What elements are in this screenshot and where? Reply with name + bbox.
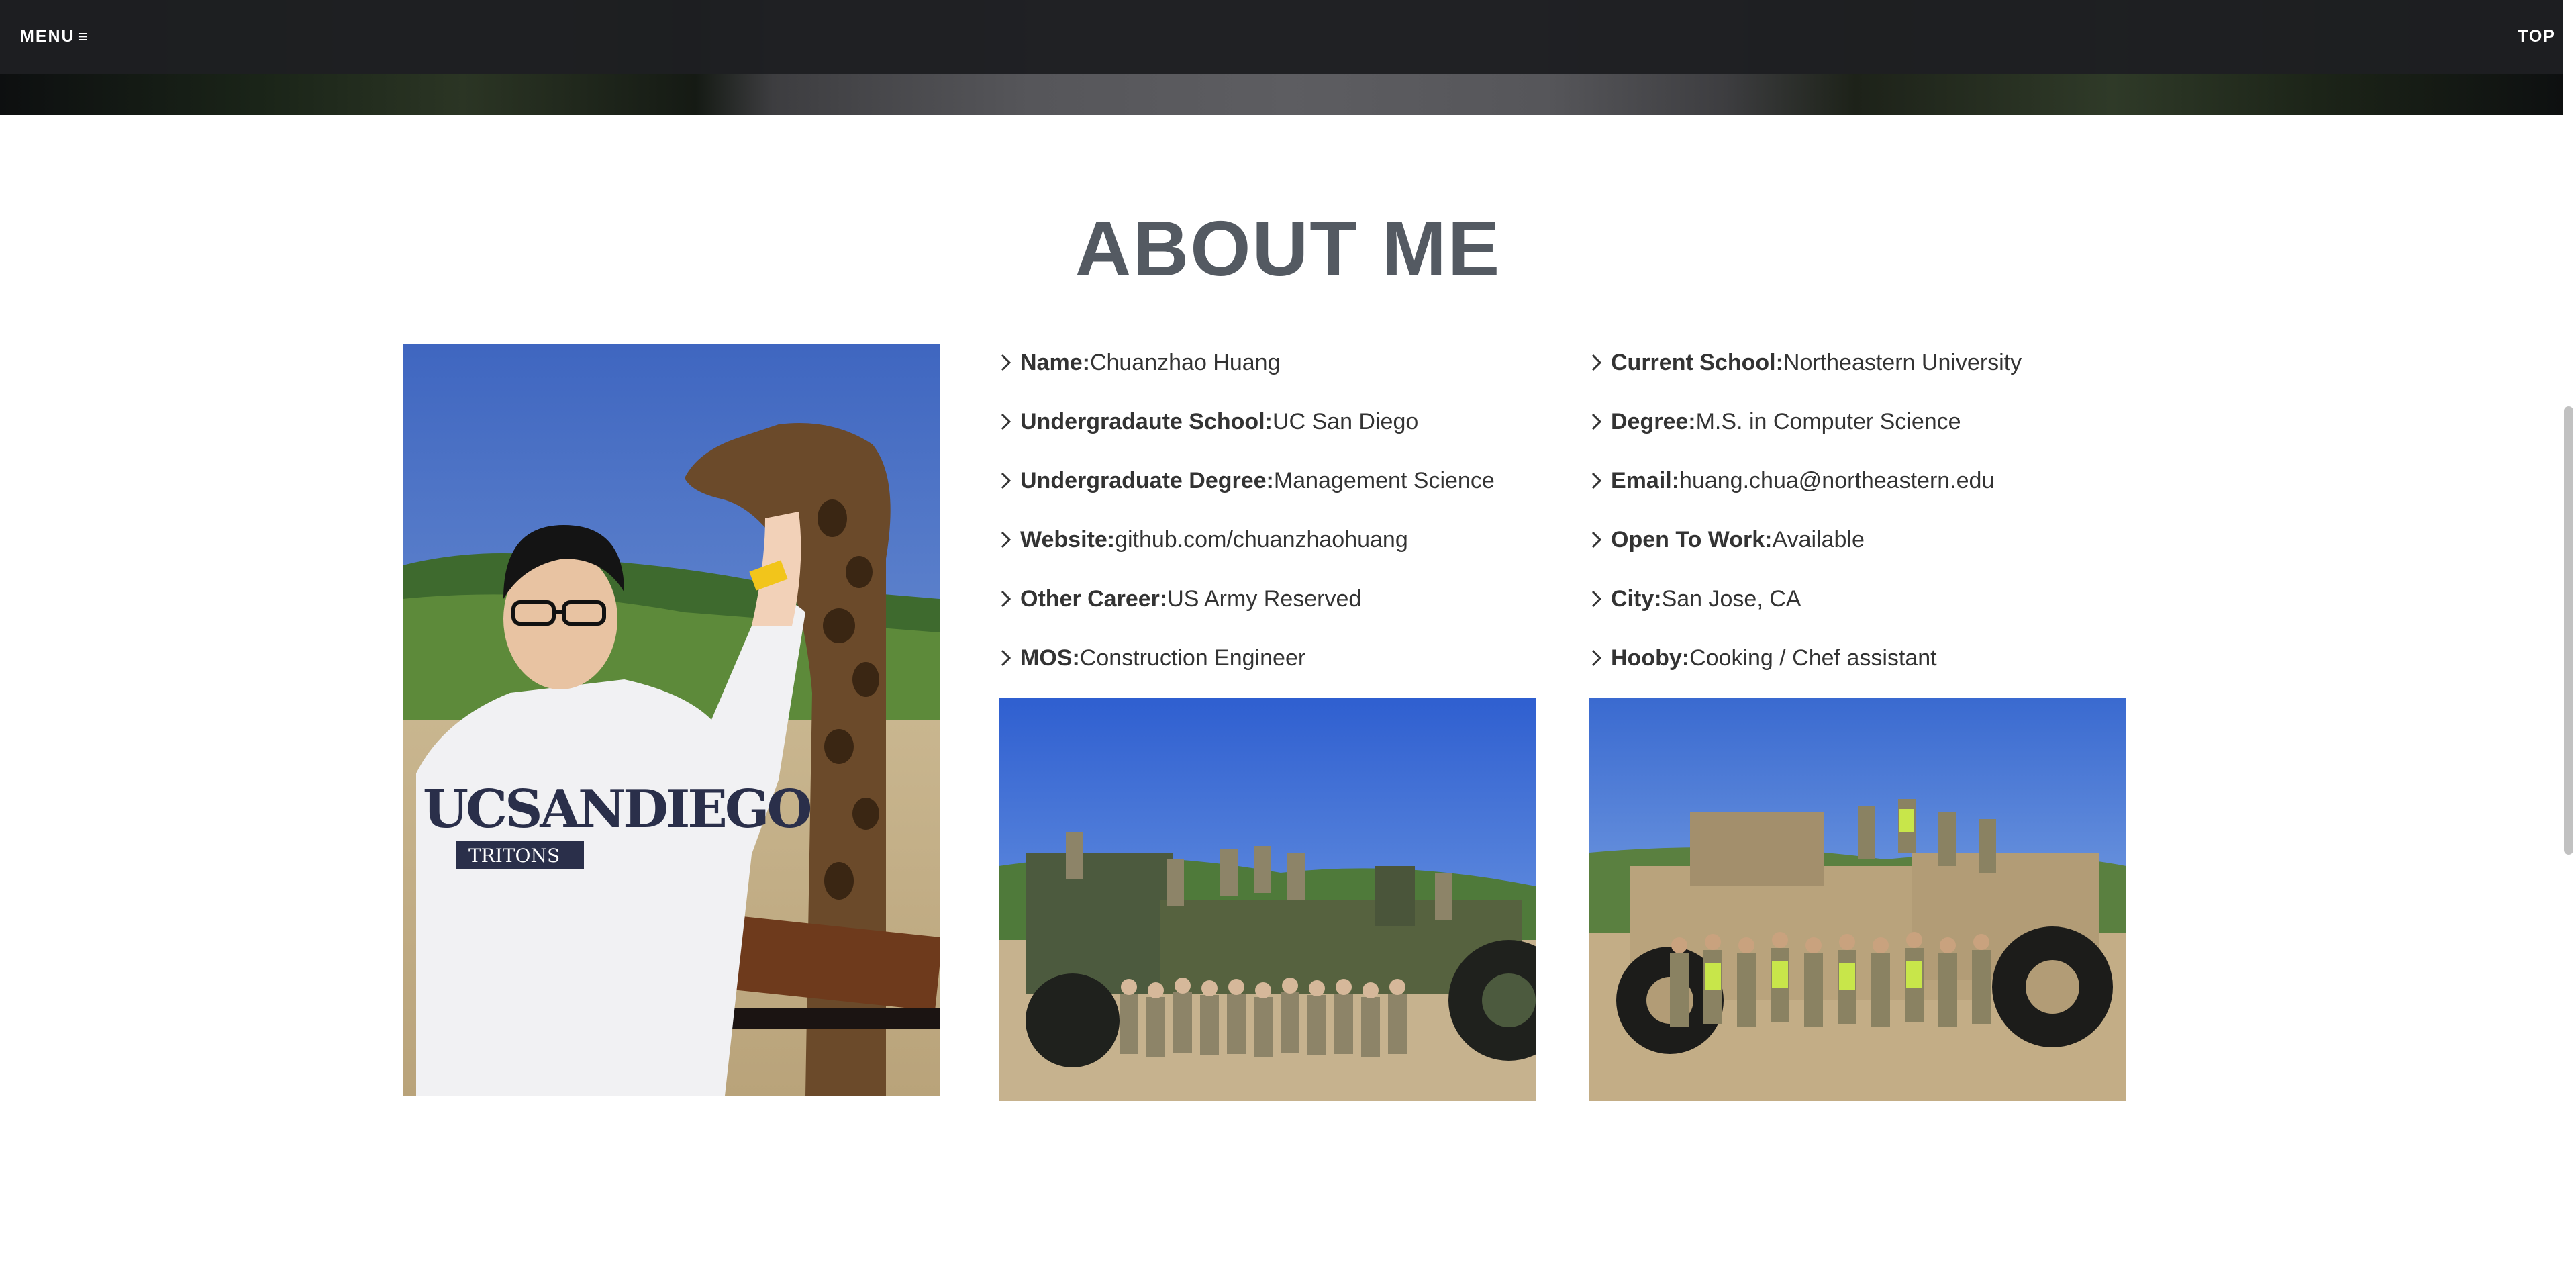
chevron-right-icon [1589, 333, 1611, 392]
back-to-top-link[interactable]: TOP [2518, 23, 2556, 50]
info-item-undergrad-degree: Undergraduate Degree: Management Science [999, 451, 1589, 510]
sweatshirt-text: UCSANDIEGO [423, 779, 810, 840]
chevron-right-icon [999, 510, 1020, 569]
portrait-photo: UCSANDIEGO TRITONS [403, 344, 940, 1096]
chevron-right-icon [999, 569, 1020, 628]
chevron-right-icon [999, 628, 1020, 687]
top-navbar: MENU ≡ TOP [0, 0, 2576, 74]
info-label: Undergradaute School: [1020, 408, 1273, 434]
info-item-undergrad-school: Undergradaute School: UC San Diego [999, 392, 1589, 451]
info-item-mos: MOS: Construction Engineer [999, 628, 1589, 687]
info-label: Name: [1020, 349, 1090, 375]
info-value: M.S. in Computer Science [1695, 408, 1961, 434]
info-value: Management Science [1273, 467, 1495, 493]
info-value: UC San Diego [1272, 408, 1419, 434]
sweatshirt-subtext: TRITONS [468, 845, 560, 867]
army-group-photo-1 [999, 698, 1536, 1101]
info-value: Cooking / Chef assistant [1689, 645, 1937, 671]
scrollbar-thumb[interactable] [2564, 406, 2573, 855]
info-label: Undergraduate Degree: [1020, 467, 1274, 493]
army-group-photo-2 [1589, 698, 2126, 1101]
info-value: Northeastern University [1783, 349, 2022, 375]
info-label: City: [1611, 585, 1662, 612]
chevron-right-icon [1589, 628, 1611, 687]
info-label: Current School: [1611, 349, 1783, 375]
email-link[interactable]: huang.chua@northeastern.edu [1679, 468, 1994, 494]
info-item-website: Website: github.com/chuanzhaohuang [999, 510, 1589, 569]
info-label: Other Career: [1020, 585, 1168, 612]
info-label: Open To Work: [1611, 526, 1773, 553]
info-value: Available [1772, 526, 1865, 553]
info-list-right: Current School: Northeastern University D… [1589, 344, 2180, 698]
info-value: US Army Reserved [1167, 585, 1362, 612]
info-value: Construction Engineer [1079, 645, 1306, 671]
info-value: Chuanzhao Huang [1089, 349, 1281, 375]
info-item-current-school: Current School: Northeastern University [1589, 333, 2180, 392]
chevron-right-icon [1589, 510, 1611, 569]
info-item-other-career: Other Career: US Army Reserved [999, 569, 1589, 628]
about-me-title: ABOUT ME [1075, 205, 1501, 292]
info-item-hobby: Hooby: Cooking / Chef assistant [1589, 628, 2180, 687]
menu-button[interactable]: MENU ≡ [20, 23, 89, 50]
info-list-left: Name: Chuanzhao Huang Undergradaute Schoo… [999, 344, 1589, 698]
info-item-city: City: San Jose, CA [1589, 569, 2180, 628]
chevron-right-icon [999, 392, 1020, 451]
menu-label: MENU [20, 26, 75, 46]
info-item-degree: Degree: M.S. in Computer Science [1589, 392, 2180, 451]
chevron-right-icon [1589, 569, 1611, 628]
chevron-right-icon [999, 333, 1020, 392]
info-label: Hooby: [1611, 645, 1690, 671]
info-item-open-to-work: Open To Work: Available [1589, 510, 2180, 569]
info-label: Degree: [1611, 408, 1696, 434]
chevron-right-icon [1589, 451, 1611, 510]
info-item-name: Name: Chuanzhao Huang [999, 333, 1589, 392]
info-label: Email: [1611, 467, 1680, 493]
info-value: San Jose, CA [1661, 585, 1801, 612]
hamburger-icon: ≡ [77, 26, 89, 46]
info-item-email: Email: huang.chua@northeastern.edu [1589, 451, 2180, 510]
website-link[interactable]: github.com/chuanzhaohuang [1115, 527, 1408, 553]
chevron-right-icon [999, 451, 1020, 510]
info-label: Website: [1020, 526, 1116, 553]
info-label: MOS: [1020, 645, 1080, 671]
page-scrollbar[interactable] [2563, 0, 2576, 1285]
chevron-right-icon [1589, 392, 1611, 451]
